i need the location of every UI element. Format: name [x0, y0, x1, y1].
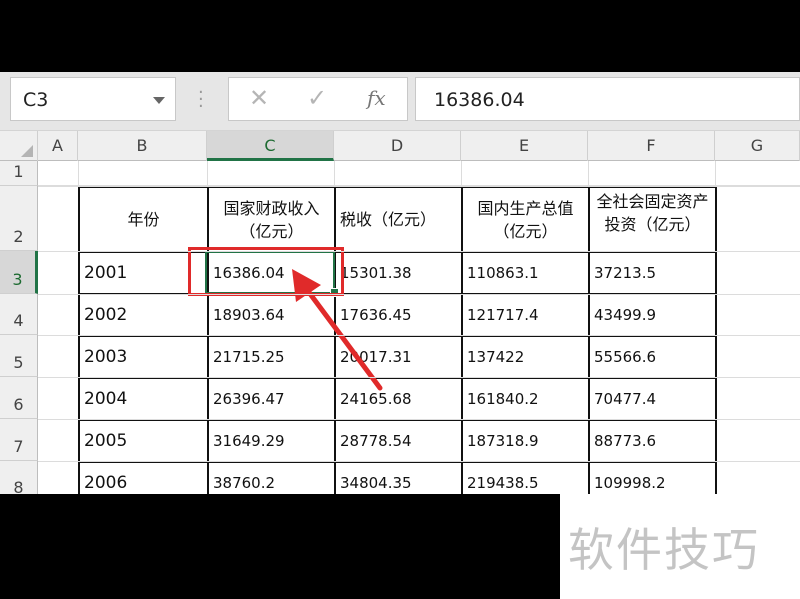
row-header-7[interactable]: 7 — [0, 419, 38, 461]
row-number: 4 — [13, 311, 24, 330]
row-header-6[interactable]: 6 — [0, 377, 38, 419]
grid-line — [38, 335, 800, 336]
pointer-arrow-icon — [292, 269, 383, 391]
row-header-4[interactable]: 4 — [0, 294, 38, 335]
row-number: 1 — [13, 162, 24, 181]
row-header-1[interactable]: 1 — [0, 161, 38, 186]
row-number: 6 — [13, 395, 24, 414]
row-header-2[interactable]: 2 — [0, 186, 38, 251]
row-number: 3 — [12, 270, 23, 289]
watermark-text: 软件技巧 — [568, 523, 760, 577]
grid-line — [38, 294, 800, 295]
row-number: 8 — [13, 478, 24, 494]
grid-line — [38, 186, 800, 187]
grid-line — [38, 419, 800, 420]
excel-window: C3 · · · ✕ ✓ fx 16386.04 ABCDEFG 年份 国家财政收入… — [0, 72, 800, 494]
watermark: 软件技巧 — [560, 494, 800, 599]
grid-line — [38, 251, 800, 252]
row-header-8[interactable]: 8 — [0, 461, 38, 494]
row-header-3[interactable]: 3 — [0, 251, 38, 294]
row-number: 7 — [13, 437, 24, 456]
grid-line — [38, 377, 800, 378]
grid-line — [38, 461, 800, 462]
row-header-5[interactable]: 5 — [0, 335, 38, 377]
row-number: 5 — [13, 353, 24, 372]
row-number: 2 — [13, 227, 24, 246]
